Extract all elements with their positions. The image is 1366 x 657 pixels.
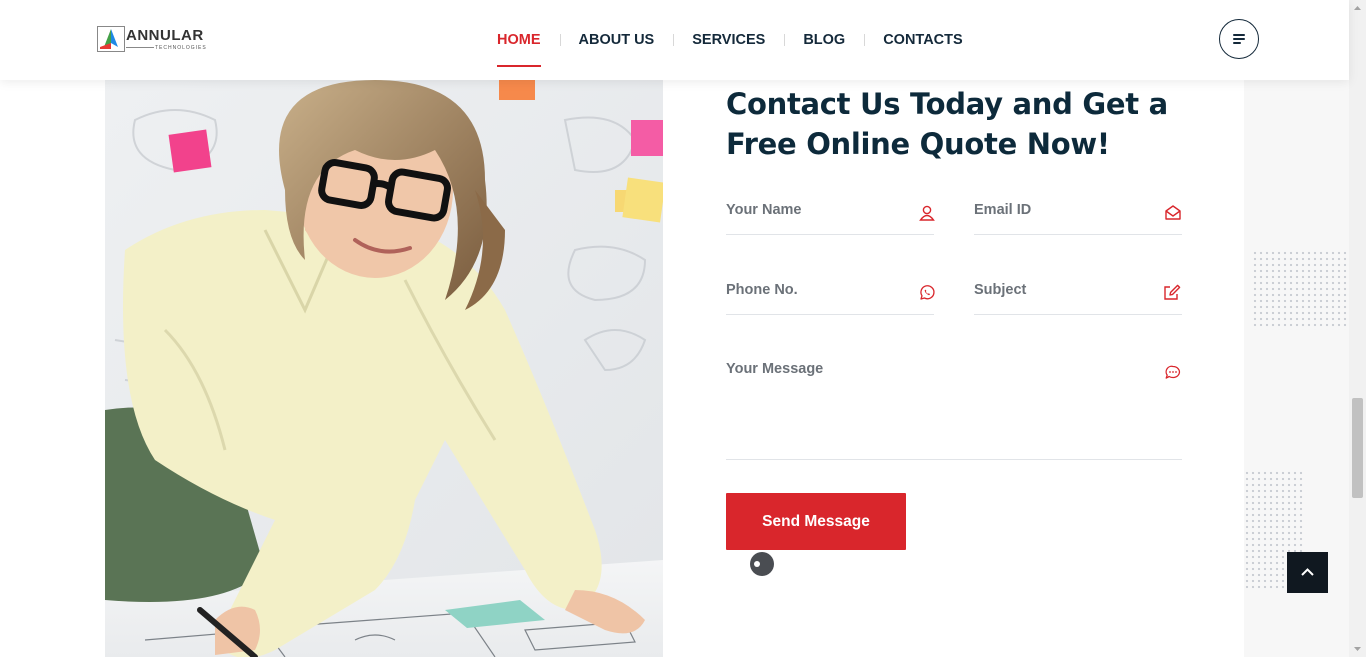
subject-field[interactable]: Subject: [974, 282, 1182, 315]
dot-map-decoration: [1252, 250, 1347, 330]
brand-logo[interactable]: ANNULAR TECHNOLOGIES: [97, 24, 217, 56]
message-field[interactable]: Your Message: [726, 361, 1182, 460]
site-header: ANNULAR TECHNOLOGIES HOME ABOUT US SERVI…: [0, 0, 1349, 80]
hamburger-line: [1233, 38, 1245, 40]
edit-icon: [1164, 284, 1181, 300]
logo-mark-icon: [97, 26, 125, 52]
brand-tagline: TECHNOLOGIES: [155, 45, 207, 51]
phone-placeholder: Phone No.: [726, 282, 798, 298]
nav-item-services[interactable]: SERVICES: [673, 28, 784, 58]
nav-item-blog[interactable]: BLOG: [784, 28, 864, 58]
nav-item-home[interactable]: HOME: [478, 28, 560, 67]
email-placeholder: Email ID: [974, 202, 1032, 218]
phone-field[interactable]: Phone No.: [726, 282, 935, 315]
chat-bubble-icon: [1165, 365, 1181, 379]
scrollbar-thumb[interactable]: [1352, 398, 1363, 498]
user-icon: [919, 205, 935, 221]
main-nav: HOME ABOUT US SERVICES BLOG CONTACTS: [478, 28, 982, 67]
nav-item-contacts[interactable]: CONTACTS: [864, 28, 981, 58]
hero-photo: [105, 80, 663, 657]
brand-name: ANNULAR: [126, 27, 204, 44]
vertical-scrollbar[interactable]: [1349, 0, 1366, 657]
subject-placeholder: Subject: [974, 282, 1027, 298]
woman-sketching-illustration: [105, 80, 663, 657]
nav-item-about-us[interactable]: ABOUT US: [559, 28, 674, 58]
scroll-down-arrow-icon[interactable]: [1352, 644, 1363, 654]
whatsapp-icon: [920, 285, 935, 300]
menu-toggle-button[interactable]: [1219, 19, 1259, 59]
send-message-button[interactable]: Send Message: [726, 493, 906, 550]
hamburger-line: [1233, 42, 1241, 44]
toggle-icon[interactable]: [750, 552, 774, 576]
hamburger-icon: [1233, 34, 1245, 36]
contact-heading: Contact Us Today and Get a Free Online Q…: [726, 87, 1168, 161]
envelope-open-icon: [1165, 205, 1181, 220]
scroll-up-arrow-icon[interactable]: [1352, 3, 1363, 13]
chevron-up-icon: [1301, 568, 1314, 576]
name-field[interactable]: Your Name: [726, 202, 935, 235]
message-placeholder: Your Message: [726, 361, 824, 377]
back-to-top-button[interactable]: [1287, 552, 1328, 593]
logo-divider: [126, 47, 154, 48]
name-placeholder: Your Name: [726, 202, 802, 218]
email-field[interactable]: Email ID: [974, 202, 1182, 235]
